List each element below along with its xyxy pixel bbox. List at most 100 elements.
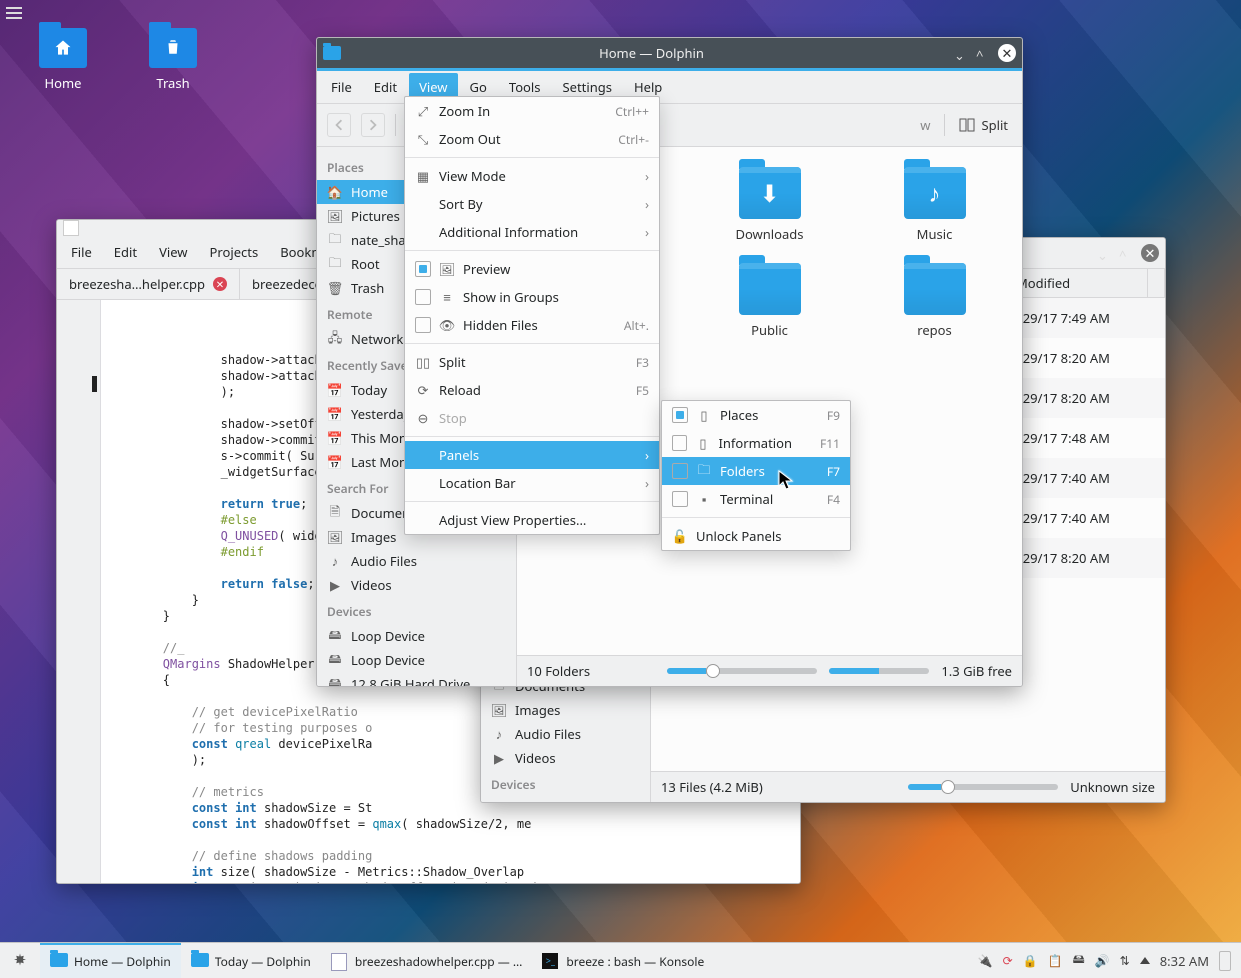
- folder-downloads[interactable]: ⬇Downloads: [735, 167, 803, 243]
- view-preview[interactable]: 🖼Preview: [405, 255, 659, 283]
- modified-date: 12/29/17 7:40 AM: [1003, 509, 1157, 527]
- view-zoom-out[interactable]: ⤡Zoom OutCtrl+-: [405, 125, 659, 153]
- show-desktop-button[interactable]: [1219, 951, 1231, 971]
- taskbar-entry[interactable]: breezeshadowhelper.cpp — …: [321, 943, 533, 978]
- usb-icon[interactable]: 🔌: [978, 952, 993, 969]
- minimize-icon[interactable]: ⌄: [954, 46, 968, 60]
- desktop-icon-home[interactable]: Home: [18, 28, 108, 92]
- taskbar-entry-label: Home — Dolphin: [74, 953, 171, 970]
- kate-menu-view[interactable]: View: [149, 238, 197, 266]
- view-additional-info[interactable]: .Additional Information›: [405, 218, 659, 246]
- minimize-icon[interactable]: ⌄: [1097, 246, 1111, 260]
- dolphin-statusbar: 10 Folders 1.3 GiB free: [517, 655, 1022, 686]
- zoom-in-icon: ⤢: [415, 103, 431, 119]
- desktop-icon-trash-label: Trash: [128, 74, 218, 92]
- view-zoom-in[interactable]: ⤢Zoom InCtrl++: [405, 97, 659, 125]
- maximize-icon[interactable]: ^: [976, 46, 990, 60]
- nav-forward-button[interactable]: [361, 113, 385, 137]
- sidebar-item-loop-device[interactable]: 🖴Loop Device: [317, 648, 516, 672]
- reload-icon: ⟳: [415, 382, 431, 398]
- sidebar-item-audio[interactable]: ♪Audio Files: [481, 722, 650, 746]
- zoom-slider[interactable]: [908, 784, 1058, 790]
- lock-icon[interactable]: 🔒: [1023, 952, 1038, 969]
- split-button[interactable]: Split: [955, 112, 1012, 138]
- view-adjust-properties[interactable]: .Adjust View Properties...: [405, 506, 659, 534]
- tray-expand-icon[interactable]: [1140, 957, 1150, 964]
- folder-icon: ⬇: [739, 167, 801, 219]
- clipboard-icon[interactable]: 📋: [1048, 952, 1063, 969]
- panel-folders[interactable]: 🗀FoldersF7: [662, 457, 850, 485]
- checkbox-icon: [672, 491, 688, 507]
- view-menu-dropdown: ⤢Zoom InCtrl++ ⤡Zoom OutCtrl+- ▦View Mod…: [404, 96, 660, 535]
- modified-date: 12/29/17 8:20 AM: [1003, 349, 1157, 367]
- checkbox-icon: [415, 261, 431, 277]
- split-icon: [959, 117, 975, 133]
- view-reload[interactable]: ⟳ReloadF5: [405, 376, 659, 404]
- folder-label: repos: [904, 321, 966, 339]
- view-location-bar[interactable]: .Location Bar›: [405, 469, 659, 497]
- network-icon[interactable]: ⇅: [1120, 952, 1130, 969]
- panel-information[interactable]: ▯InformationF11: [662, 429, 850, 457]
- kate-menu-file[interactable]: File: [61, 238, 102, 266]
- taskbar-entry-label: breezeshadowhelper.cpp — …: [355, 953, 523, 970]
- kate-menu-projects[interactable]: Projects: [200, 238, 269, 266]
- sidebar-item-videos[interactable]: ▶Videos: [317, 573, 516, 597]
- close-icon[interactable]: ✕: [998, 44, 1016, 62]
- panel-places[interactable]: ▯PlacesF9: [662, 401, 850, 429]
- cal-icon: 📅: [327, 454, 343, 470]
- menu-edit[interactable]: Edit: [364, 73, 407, 101]
- panel-unlock[interactable]: 🔓Unlock Panels: [662, 522, 850, 550]
- dolphin-home-titlebar[interactable]: Home — Dolphin ⌄ ^ ✕: [317, 38, 1022, 68]
- preview-icon: 🖼: [439, 261, 455, 277]
- view-hidden-files[interactable]: 👁Hidden FilesAlt+.: [405, 311, 659, 339]
- unlock-icon: 🔓: [672, 528, 688, 544]
- taskbar-entry[interactable]: Today — Dolphin: [181, 943, 321, 978]
- taskbar-clock[interactable]: 8:32 AM: [1160, 952, 1209, 970]
- view-panels[interactable]: .Panels›: [405, 441, 659, 469]
- terminal-icon: ▪: [696, 491, 712, 507]
- pictures-icon: 🖼: [327, 208, 343, 224]
- hdd-icon[interactable]: 🖴: [1073, 950, 1085, 971]
- sidebar-item-images[interactable]: 🖼Images: [481, 698, 650, 722]
- sidebar-heading-devices: Devices: [481, 770, 650, 797]
- close-icon[interactable]: ✕: [1141, 244, 1159, 262]
- taskbar-entry[interactable]: Home — Dolphin: [40, 943, 181, 978]
- kate-menu-edit[interactable]: Edit: [104, 238, 147, 266]
- maximize-icon[interactable]: ^: [1119, 246, 1133, 260]
- view-sort-by[interactable]: .Sort By›: [405, 190, 659, 218]
- taskbar-entry[interactable]: >_breeze : bash — Konsole: [532, 943, 714, 978]
- kate-tab-breezeshadowhelper[interactable]: breezesha…helper.cpp ✕: [57, 269, 240, 299]
- folder-repos[interactable]: repos: [904, 263, 966, 339]
- panel-terminal[interactable]: ▪TerminalF4: [662, 485, 850, 513]
- checkbox-icon: [415, 289, 431, 305]
- sidebar-item-loop-device[interactable]: 🖴Loop Device: [317, 624, 516, 648]
- checkbox-icon: [672, 407, 688, 423]
- checkbox-icon: [672, 435, 687, 451]
- stop-icon: ⊖: [415, 410, 431, 426]
- folder-icon: [904, 263, 966, 315]
- audio-icon: ♪: [327, 553, 343, 569]
- folder-music[interactable]: ♪Music: [904, 167, 966, 243]
- view-show-groups[interactable]: ≡Show in Groups: [405, 283, 659, 311]
- menu-file[interactable]: File: [321, 73, 362, 101]
- update-icon[interactable]: ⟳: [1003, 952, 1013, 969]
- zoom-out-icon: ⤡: [415, 131, 431, 147]
- view-view-mode[interactable]: ▦View Mode›: [405, 162, 659, 190]
- sidebar-item-videos[interactable]: ▶Videos: [481, 746, 650, 770]
- volume-icon[interactable]: 🔊: [1095, 952, 1110, 969]
- desktop-menu-button[interactable]: [4, 4, 24, 24]
- desktop-icon-trash[interactable]: Trash: [128, 28, 218, 92]
- modified-date: 12/29/17 7:48 AM: [1003, 429, 1157, 447]
- system-tray: 🔌 ⟳ 🔒 📋 🖴 🔊 ⇅ 8:32 AM: [968, 950, 1241, 971]
- start-button[interactable]: [6, 947, 34, 975]
- sidebar-item-audio-files[interactable]: ♪Audio Files: [317, 549, 516, 573]
- column-modified[interactable]: Modified: [1008, 269, 1148, 297]
- zoom-slider[interactable]: [667, 668, 817, 674]
- view-split[interactable]: ▯▯SplitF3: [405, 348, 659, 376]
- close-icon[interactable]: ✕: [213, 277, 227, 291]
- nav-back-button[interactable]: [327, 113, 351, 137]
- checkbox-icon: [415, 317, 431, 333]
- sidebar-item-12-8-gib-hard-drive[interactable]: 🖴12.8 GiB Hard Drive: [317, 672, 516, 686]
- folder-icon: 🗀: [327, 232, 343, 248]
- folder-public[interactable]: Public: [739, 263, 801, 339]
